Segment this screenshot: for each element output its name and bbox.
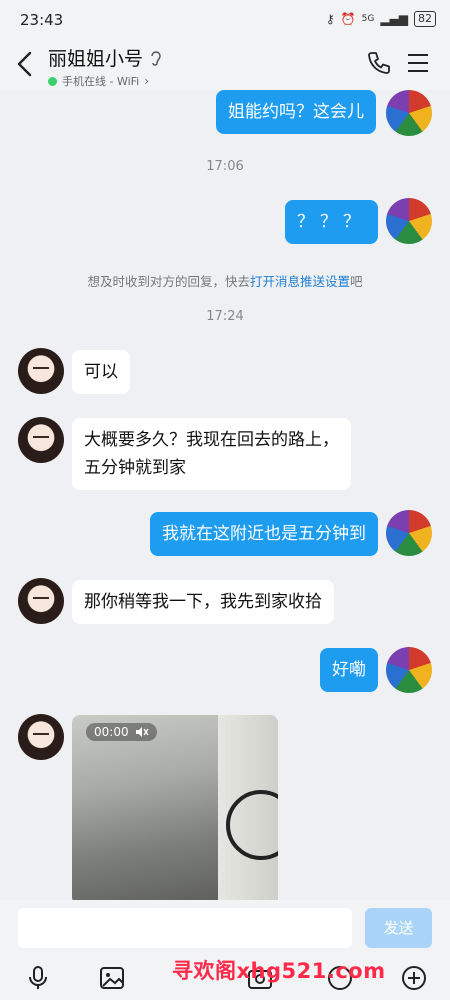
my-avatar[interactable]: [386, 90, 432, 136]
status-bar: 23:43 ⚷ ⏰ 5G ▂▄▆ 82: [0, 0, 450, 40]
send-button[interactable]: 发送: [365, 908, 432, 948]
message-line: 大概要多久？我现在回去的路上，: [84, 430, 339, 450]
message-bubble-outgoing[interactable]: ？？？: [285, 200, 378, 244]
plus-icon[interactable]: [400, 964, 428, 992]
message-line: 五分钟就到家: [84, 458, 186, 478]
message-bubble-incoming[interactable]: 那你稍等我一下，我先到家收拾: [72, 580, 334, 624]
online-status-dot: [48, 76, 57, 86]
watermark-text: 寻欢阁xhg521.com: [172, 959, 386, 983]
microphone-icon[interactable]: [24, 964, 52, 992]
network-label: 5G: [361, 14, 375, 24]
contact-avatar[interactable]: [18, 714, 64, 760]
phone-call-icon[interactable]: [366, 50, 392, 76]
chevron-right-icon: ›: [144, 74, 150, 88]
contact-avatar[interactable]: [18, 578, 64, 624]
message-bubble-outgoing[interactable]: 我就在这附近也是五分钟到: [150, 512, 378, 556]
my-avatar[interactable]: [386, 510, 432, 556]
online-status-text: 手机在线 - WiFi: [62, 75, 140, 88]
alarm-icon: ⏰: [340, 12, 356, 26]
timestamp: 17:06: [206, 159, 244, 174]
video-message[interactable]: 00:00: [72, 715, 278, 900]
mute-icon: [135, 727, 149, 737]
contact-name: 丽姐姐小号: [48, 48, 144, 70]
timestamp: 17:24: [206, 309, 244, 324]
message-bubble-outgoing[interactable]: 姐能约吗？这会儿: [216, 90, 376, 134]
my-avatar[interactable]: [386, 647, 432, 693]
message-list[interactable]: 姐能约吗？这会儿 17:06 ？？？ 想及时收到对方的回复，快去打开消息推送设置…: [0, 90, 450, 900]
message-bubble-incoming[interactable]: 大概要多久？我现在回去的路上， 五分钟就到家: [72, 418, 351, 490]
my-avatar[interactable]: [386, 198, 432, 244]
message-bubble-incoming[interactable]: 可以: [72, 350, 130, 394]
image-icon[interactable]: [98, 964, 126, 992]
video-duration: 00:00: [94, 725, 129, 739]
signal-icon: ▂▄▆: [380, 12, 408, 26]
key-icon: ⚷: [325, 12, 335, 26]
contact-avatar[interactable]: [18, 417, 64, 463]
back-arrow-icon[interactable]: [14, 50, 36, 78]
notice-text-end: 吧: [350, 274, 363, 289]
chat-toolbar: 寻欢阁xhg521.com: [0, 958, 450, 1000]
status-icons: ⚷ ⏰ 5G ▂▄▆ 82: [326, 11, 436, 27]
input-bar: 发送: [0, 900, 450, 958]
push-settings-link[interactable]: 打开消息推送设置: [250, 274, 350, 289]
contact-avatar[interactable]: [18, 348, 64, 394]
battery-indicator: 82: [414, 11, 436, 27]
message-input[interactable]: [18, 908, 352, 948]
contact-info[interactable]: 丽姐姐小号 手机在线 - WiFi ›: [48, 44, 163, 89]
status-time: 23:43: [20, 11, 64, 29]
menu-icon[interactable]: [406, 52, 430, 74]
notice-text: 想及时收到对方的回复，快去: [87, 274, 250, 289]
chat-header: 丽姐姐小号 手机在线 - WiFi ›: [0, 40, 450, 90]
push-notice: 想及时收到对方的回复，快去打开消息推送设置吧: [0, 271, 450, 290]
video-duration-badge: 00:00: [86, 723, 157, 741]
ear-icon: [151, 50, 161, 66]
message-bubble-outgoing[interactable]: 好嘞: [320, 648, 378, 692]
